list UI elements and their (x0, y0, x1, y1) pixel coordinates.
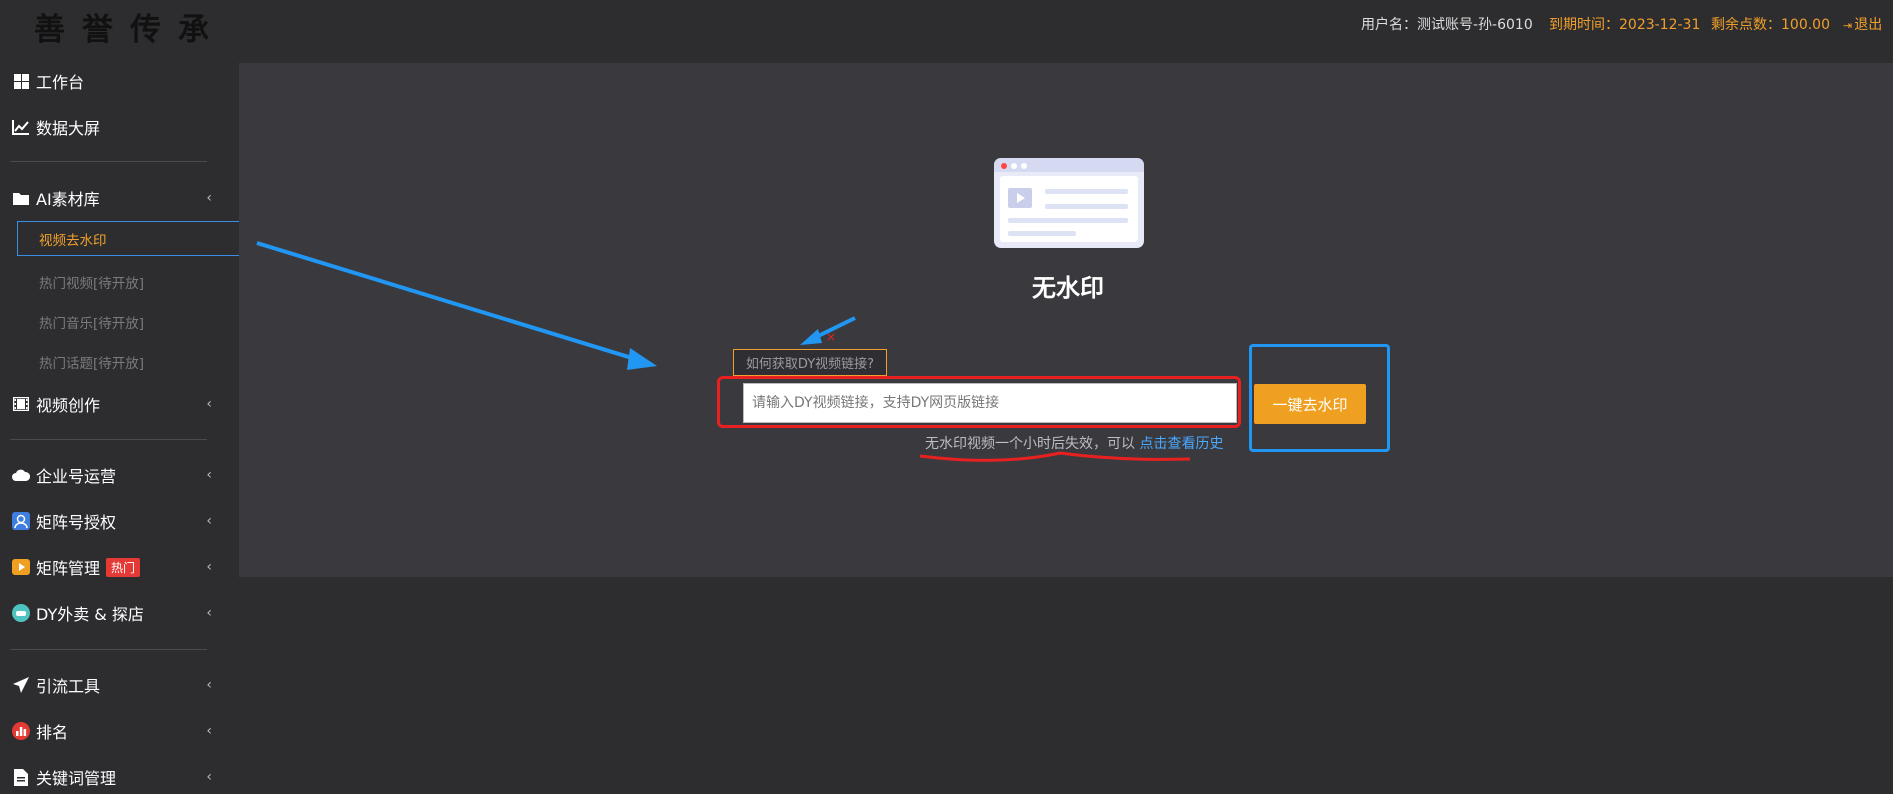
sidebar-item-matrix-auth[interactable]: 矩阵号授权 ‹ (12, 506, 212, 536)
sidebar-item-workbench[interactable]: 工作台 (12, 66, 212, 96)
sidebar-label-matrix-auth: 矩阵号授权 (36, 513, 117, 532)
brand-logo: 善誉传承 (34, 12, 226, 48)
line-chart-icon (12, 118, 30, 136)
sidebar-label-traffic-tools: 引流工具 (36, 677, 101, 696)
sidebar-item-dy-takeaway[interactable]: DY外卖 & 探店 ‹ (12, 598, 212, 628)
paper-plane-icon (12, 676, 30, 694)
sidebar-label-dashboard: 数据大屏 (36, 119, 101, 138)
chevron-left-icon: ‹ (206, 677, 212, 693)
bar-chart-icon (12, 722, 30, 740)
video-play-icon (12, 558, 30, 576)
sidebar-item-video-create[interactable]: 视频创作 ‹ (12, 389, 212, 419)
sidebar-item-ranking[interactable]: 排名 ‹ (12, 716, 212, 746)
sidebar-item-enterprise-ops[interactable]: 企业号运营 ‹ (12, 460, 212, 490)
sidebar-subitem-watermark[interactable]: 视频去水印 (17, 221, 254, 256)
chevron-left-icon: ‹ (206, 396, 212, 412)
history-link[interactable]: 点击查看历史 (1139, 436, 1223, 452)
expire-note: 无水印视频一个小时后失效，可以 点击查看历史 (925, 433, 1223, 453)
sidebar-subitem-hot-topic[interactable]: 热门话题[待开放] (39, 352, 144, 372)
sidebar-label-dy-takeaway: DY外卖 & 探店 (36, 605, 144, 624)
chevron-left-icon: ‹ (206, 190, 212, 206)
help-link-get-dy-url[interactable]: 如何获取DY视频链接? (733, 349, 887, 376)
points-display: 剩余点数：100.00 (1711, 17, 1830, 33)
video-url-input[interactable] (743, 383, 1237, 423)
windows-icon (12, 72, 30, 90)
sidebar-subitem-hot-video[interactable]: 热门视频[待开放] (39, 272, 144, 292)
chevron-left-icon: ‹ (206, 467, 212, 483)
chevron-left-icon: ‹ (206, 723, 212, 739)
cloud-icon (12, 466, 30, 484)
sidebar-label-ai-library: AI素材库 (36, 190, 100, 209)
sidebar-divider (10, 649, 207, 650)
folder-icon (12, 189, 30, 207)
food-icon (12, 604, 30, 622)
sidebar-label-ranking: 排名 (36, 723, 69, 742)
logout-button[interactable]: ⇥ 退出 (1843, 14, 1882, 34)
user-badge-icon (12, 512, 30, 530)
sidebar-divider (10, 439, 207, 440)
document-icon (12, 768, 30, 786)
film-icon (12, 395, 30, 413)
sidebar-item-matrix-manage[interactable]: 矩阵管理 热门 ‹ (12, 552, 212, 582)
chevron-left-icon: ‹ (206, 513, 212, 529)
sidebar-label-video-create: 视频创作 (36, 396, 101, 415)
sidebar-label-enterprise-ops: 企业号运营 (36, 467, 117, 486)
chevron-left-icon: ‹ (206, 605, 212, 621)
sidebar-item-keyword-manage[interactable]: 关键词管理 ‹ (12, 762, 212, 792)
video-card-illustration (994, 158, 1144, 248)
sidebar-subitem-hot-music[interactable]: 热门音乐[待开放] (39, 312, 144, 332)
sidebar-label-workbench: 工作台 (36, 73, 85, 92)
page-title: 无水印 (1032, 274, 1104, 302)
main-content-panel (239, 63, 1893, 577)
expire-note-text: 无水印视频一个小时后失效，可以 (925, 436, 1140, 452)
logout-label: 退出 (1854, 17, 1883, 33)
sidebar-item-ai-library[interactable]: AI素材库 ‹ (12, 183, 212, 213)
username-display: 用户名：测试账号-孙-6010 (1361, 17, 1533, 33)
hot-badge: 热门 (106, 557, 141, 577)
sidebar-label-keyword-manage: 关键词管理 (36, 769, 117, 788)
chevron-left-icon: ‹ (206, 559, 212, 575)
sidebar-item-traffic-tools[interactable]: 引流工具 ‹ (12, 670, 212, 700)
sidebar-divider (10, 161, 207, 162)
sidebar-label-matrix-manage: 矩阵管理 (36, 559, 101, 578)
remove-watermark-button[interactable]: 一键去水印 (1254, 384, 1366, 424)
sidebar-item-dashboard[interactable]: 数据大屏 (12, 112, 212, 142)
chevron-left-icon: ‹ (206, 769, 212, 785)
logout-icon: ⇥ (1843, 19, 1853, 32)
expire-date-display: 到期时间：2023-12-31 (1549, 17, 1701, 33)
